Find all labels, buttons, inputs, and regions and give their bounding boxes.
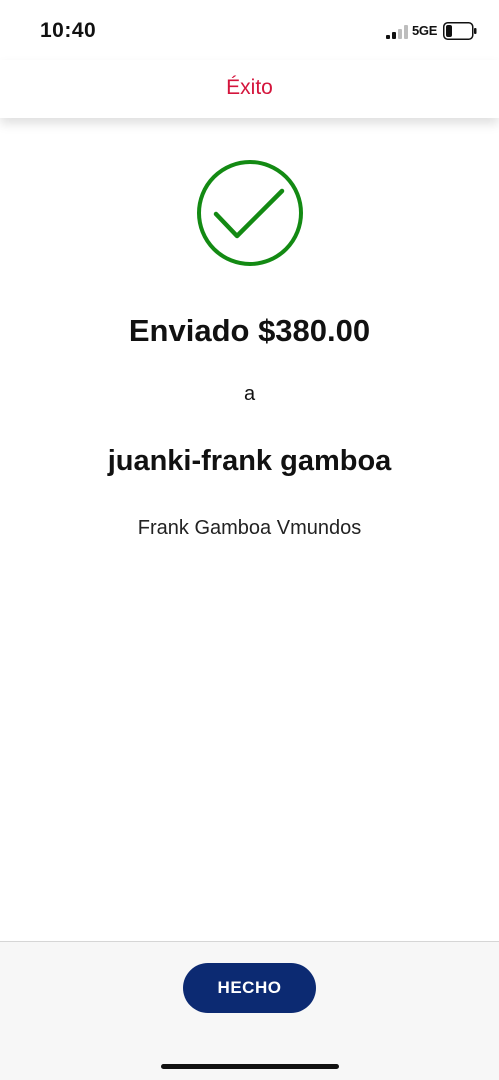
network-type-label: 5GE	[412, 23, 438, 38]
check-circle-icon	[197, 160, 303, 266]
recipient-handle: juanki-frank gamboa	[107, 445, 392, 477]
nav-bar: Éxito	[0, 60, 499, 118]
signal-icon	[386, 25, 408, 39]
footer: HECHO	[0, 941, 499, 1080]
recipient-full-name: Frank Gamboa Vmundos	[137, 517, 362, 539]
done-button[interactable]: HECHO	[183, 963, 316, 1013]
to-label: a	[243, 383, 256, 405]
status-time: 10:40	[40, 19, 97, 42]
page-title: Éxito	[226, 76, 273, 99]
status-bar: 10:40 5GE	[0, 0, 499, 60]
sent-amount-heading: Enviado $380.00	[128, 313, 371, 348]
home-indicator[interactable]	[161, 1064, 339, 1069]
battery-icon	[443, 22, 477, 40]
